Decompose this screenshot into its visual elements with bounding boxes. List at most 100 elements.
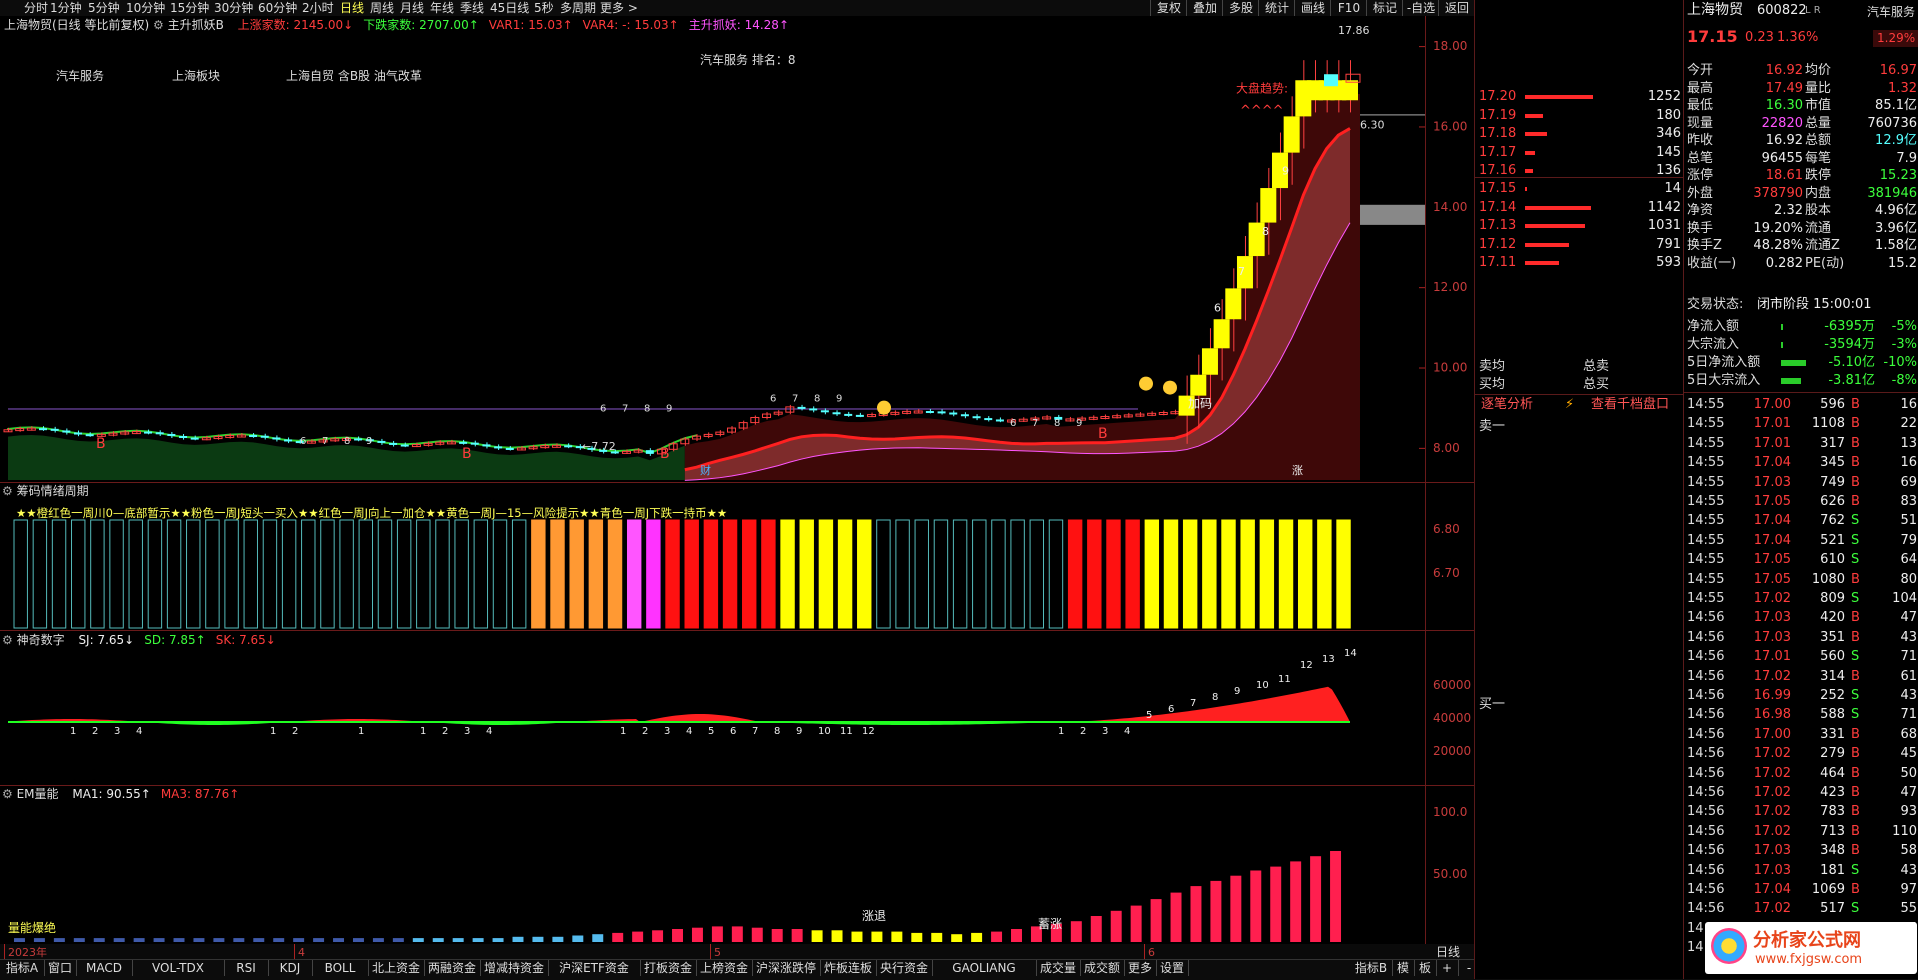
tick-count-0: 16 xyxy=(1900,397,1917,412)
cycle-bar-60 xyxy=(1163,519,1179,629)
trade-status-value: 闭市阶段 15:00:01 xyxy=(1757,297,1872,312)
volume-bar-5 xyxy=(113,938,125,942)
magic-panel-title[interactable]: 神奇数字 xyxy=(17,633,65,647)
indicator-tab-6[interactable]: BOLL xyxy=(312,960,369,976)
gear-icon[interactable]: ⚙ xyxy=(153,18,164,32)
indicator-tab-1[interactable]: 窗口 xyxy=(44,960,77,976)
buy-avg-label: 买均 xyxy=(1479,377,1506,392)
candle-body-71 xyxy=(832,412,841,415)
tick-side-26: S xyxy=(1851,901,1860,917)
tick-price-22: 17.02 xyxy=(1753,823,1791,839)
magic-num-2-0: 1 xyxy=(358,726,364,737)
main-ytick-label-2: 14.00 xyxy=(1433,200,1467,214)
tick-time-4: 14:55 xyxy=(1687,474,1725,490)
indicator-tab-16[interactable]: GAOLIANG xyxy=(932,960,1037,976)
ask-bar-4 xyxy=(1525,169,1533,173)
gear-icon[interactable]: ⚙ xyxy=(2,633,13,647)
cycle-bar-34 xyxy=(665,519,680,629)
indicator-name[interactable]: 主升抓妖B xyxy=(168,18,224,32)
volume-bar-26 xyxy=(532,936,544,942)
magic-num-1-1: 2 xyxy=(292,726,298,737)
tick-vol-6: 762 xyxy=(1820,513,1845,529)
tick-price-12: 17.03 xyxy=(1753,629,1791,645)
ask-price-1: 17.19 xyxy=(1479,107,1517,123)
indicator-tab-11[interactable]: 打板资金 xyxy=(640,960,697,976)
main-ytick-mark-1 xyxy=(1419,126,1425,128)
indicator-tab-8[interactable]: 两融资金 xyxy=(424,960,481,976)
indicator-tab-18[interactable]: 成交额 xyxy=(1080,960,1125,976)
indicator-tab-14[interactable]: 炸板连板 xyxy=(820,960,877,976)
indicator-right-tab-0[interactable]: 指标B xyxy=(1350,960,1393,976)
stat-label-b-5: 每笔 xyxy=(1805,150,1832,166)
indicator-tab-3[interactable]: VOL-TDX xyxy=(132,960,225,976)
volume-bar-22 xyxy=(452,938,464,942)
indicator-right-tab-3[interactable]: + xyxy=(1436,960,1459,976)
indicator-right-tab-2[interactable]: 板 xyxy=(1414,960,1437,976)
stat-label-b-6: 跌停 xyxy=(1805,168,1832,183)
indicator-tab-19[interactable]: 更多 xyxy=(1124,960,1157,976)
count-2-3: 9 xyxy=(836,394,842,405)
main-ytick-label-4: 10.00 xyxy=(1433,361,1467,375)
indicator-tab-20[interactable]: 设置 xyxy=(1156,960,1189,976)
tick-vol-10: 809 xyxy=(1820,591,1845,606)
flash-icon[interactable]: ⚡ xyxy=(1565,396,1574,413)
tick-count-3: 16 xyxy=(1900,455,1917,471)
candle-body-5 xyxy=(62,430,71,433)
flow-label-2: 5日净流入额 xyxy=(1687,355,1761,370)
tick-count-7: 79 xyxy=(1900,532,1917,548)
volume-ytick-1: 50.00 xyxy=(1433,867,1467,881)
cycle-bar-27 xyxy=(531,519,546,629)
cycle-bar-32 xyxy=(626,519,642,629)
volume-bar-23 xyxy=(472,938,484,942)
flow-pct-2: -10% xyxy=(1883,355,1917,370)
indicator-tab-2[interactable]: MACD xyxy=(76,960,133,976)
stat-label-b-3: 总量 xyxy=(1805,115,1832,131)
indicator-tab-12[interactable]: 上榜资金 xyxy=(696,960,753,976)
volume-bar-25 xyxy=(512,936,524,942)
indicator-tab-15[interactable]: 央行资金 xyxy=(876,960,933,976)
gear-icon[interactable]: ⚙ xyxy=(2,484,13,498)
volume-panel-title[interactable]: EM量能 xyxy=(17,787,59,801)
magic-num-4-10: 11 xyxy=(840,726,853,737)
axis-separator xyxy=(1425,16,1426,960)
stat-value-b-7: 381946 xyxy=(1867,185,1917,201)
candle-body-85 xyxy=(995,419,1004,422)
count-1-0: 6 xyxy=(600,404,606,415)
indicator-tab-7[interactable]: 北上资金 xyxy=(368,960,425,976)
indicator-tab-5[interactable]: KDJ xyxy=(268,960,313,976)
tick-vol-16: 588 xyxy=(1820,707,1845,723)
magic-stat-1: SD: 7.85↑ xyxy=(144,633,206,647)
candle-wick-64 xyxy=(754,415,756,425)
magic-num-5-13: 14 xyxy=(1344,648,1357,659)
tick-count-2: 13 xyxy=(1900,435,1917,451)
thousand-level-link[interactable]: 查看千档盘口 xyxy=(1591,396,1669,413)
tick-time-0: 14:55 xyxy=(1687,397,1725,412)
volume-ytick-0: 100.0 xyxy=(1433,805,1467,819)
main-chart-header: 上海物贸(日线 等比前复权) ⚙ 主升抓妖B 上涨家数: 2145.00↓ 下跌家… xyxy=(4,18,789,32)
candle-body-70 xyxy=(820,410,829,413)
b-mark-1: B xyxy=(462,446,472,462)
volume-bar-19 xyxy=(392,938,404,942)
stat-label-b-4: 总额 xyxy=(1805,133,1832,148)
flow-label-0: 净流入额 xyxy=(1687,319,1740,334)
orderbook-vsep xyxy=(1683,0,1684,979)
indicator-tab-9[interactable]: 增减持资金 xyxy=(480,960,549,976)
gear-icon[interactable]: ⚙ xyxy=(2,787,13,801)
indicator-tab-10[interactable]: 沪深ETF资金 xyxy=(548,960,641,976)
indicator-tab-17[interactable]: 成交量 xyxy=(1036,960,1081,976)
volume-bar-62 xyxy=(1250,870,1262,942)
indicator-tab-4[interactable]: RSI xyxy=(224,960,269,976)
indicator-tab-0[interactable]: 指标A xyxy=(0,960,45,976)
ask-price-2: 17.18 xyxy=(1479,126,1517,141)
tick-vol-13: 560 xyxy=(1820,649,1845,665)
cycle-panel-title[interactable]: 筹码情绪周期 xyxy=(17,484,89,498)
indicator-right-tab-1[interactable]: 模 xyxy=(1392,960,1415,976)
cycle-bar-39 xyxy=(761,519,776,629)
volume-bar-55 xyxy=(1110,910,1122,942)
count-3-1: 7 xyxy=(1032,418,1038,429)
count-0-3: 9 xyxy=(366,436,372,447)
date-tick-2 xyxy=(710,944,711,959)
tick-analysis-link[interactable]: 逐笔分析 xyxy=(1481,396,1533,413)
tick-count-13: 71 xyxy=(1900,649,1917,665)
indicator-tab-13[interactable]: 沪深涨跌停 xyxy=(752,960,821,976)
